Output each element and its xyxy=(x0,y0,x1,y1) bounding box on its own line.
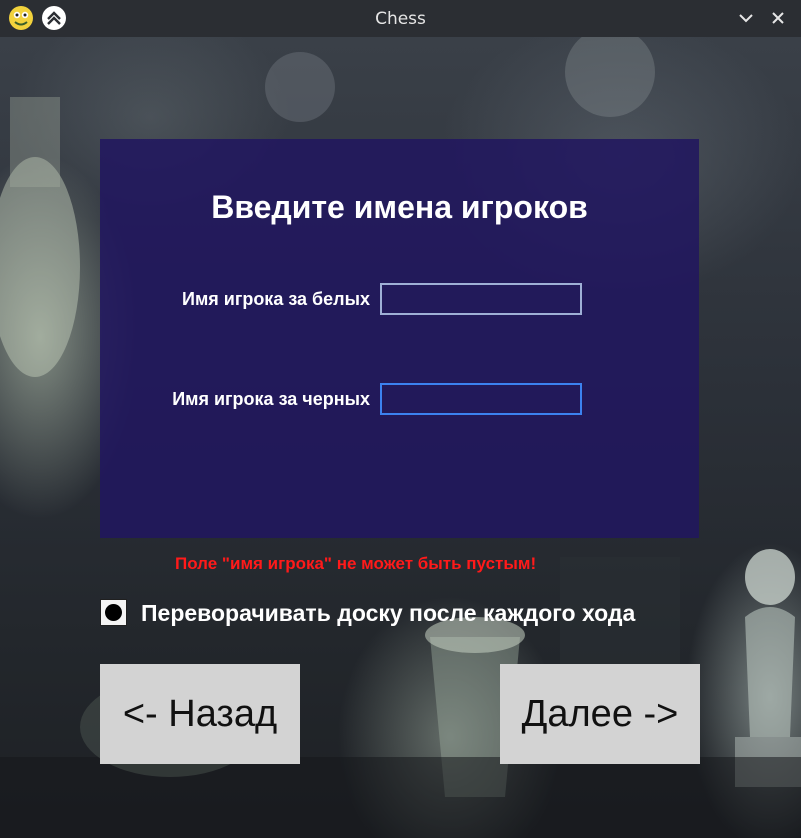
window-titlebar: Chess xyxy=(0,0,801,37)
back-button[interactable]: <- Назад xyxy=(100,664,300,764)
dialog-heading: Введите имена игроков xyxy=(211,189,588,225)
player-names-panel: Введите имена игроков Имя игрока за белы… xyxy=(100,139,699,538)
close-icon[interactable] xyxy=(768,8,788,28)
minimize-chevron-icon[interactable] xyxy=(736,8,756,28)
next-button[interactable]: Далее -> xyxy=(500,664,700,764)
validation-error: Поле "имя игрока" не может быть пустым! xyxy=(175,554,537,573)
white-player-input[interactable] xyxy=(380,283,582,315)
flip-board-checkbox[interactable] xyxy=(100,599,127,626)
window-title: Chess xyxy=(375,9,426,29)
checked-dot-icon xyxy=(105,604,122,621)
black-player-input[interactable] xyxy=(380,383,582,415)
flip-board-label[interactable]: Переворачивать доску после каждого хода xyxy=(141,600,635,627)
black-player-label: Имя игрока за черных xyxy=(172,389,370,409)
white-player-label: Имя игрока за белых xyxy=(182,289,370,309)
